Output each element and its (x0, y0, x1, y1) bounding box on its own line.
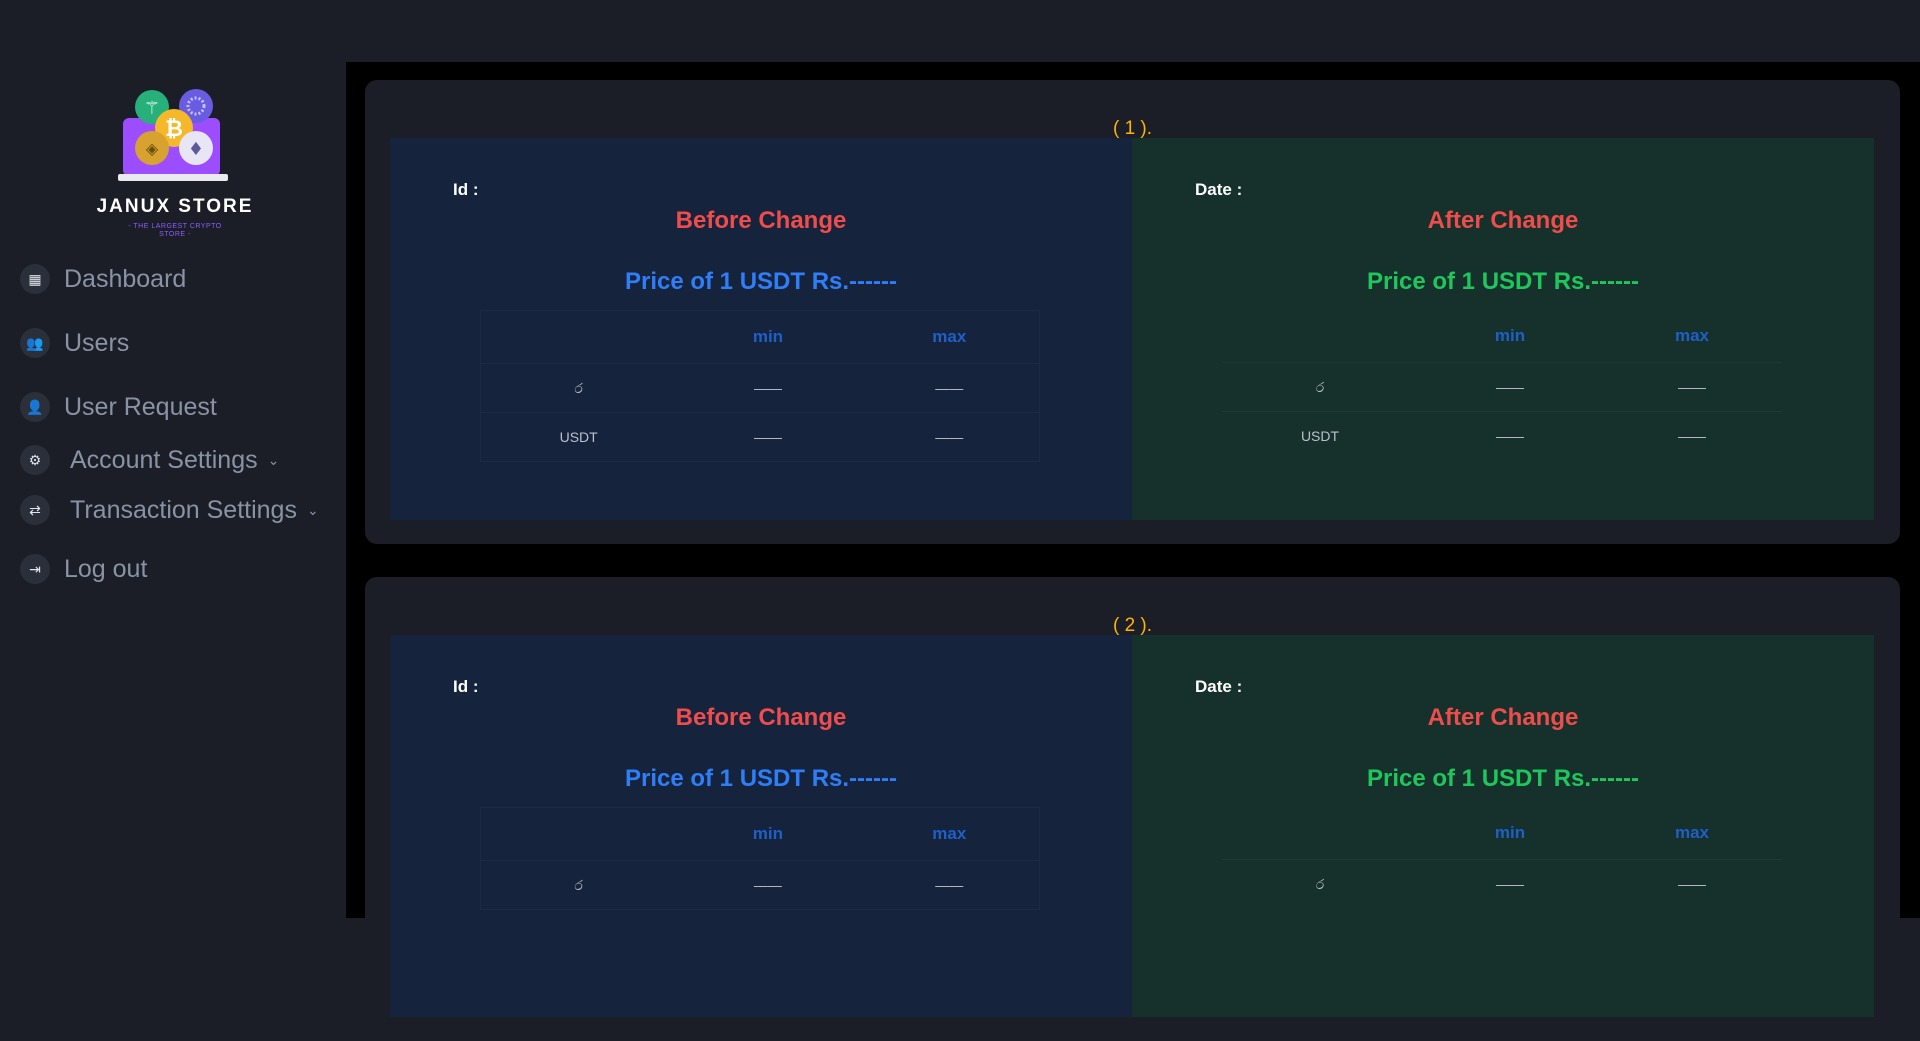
table-row: ර —— —— (480, 860, 1040, 910)
before-change-title: Before Change (675, 704, 847, 731)
column-header (481, 311, 677, 364)
column-header: min (1494, 823, 1526, 842)
table-row: ර —— —— (480, 363, 1040, 413)
rate-table: min max ර —— —— (1222, 807, 1782, 908)
before-change-pane: Id : Before Change Price of 1 USDT Rs.--… (390, 635, 1132, 1017)
column-header: min (752, 824, 784, 843)
column-header: max (1674, 823, 1710, 842)
nav-users[interactable]: 👥 Users (20, 328, 129, 358)
currency-cell: ර (1222, 859, 1418, 908)
max-cell: —— (1602, 411, 1782, 460)
rate-change-card: ( 1 ). Id : Before Change Price of 1 USD… (365, 80, 1900, 544)
column-header: max (932, 824, 967, 843)
after-change-title: After Change (1427, 704, 1579, 731)
table-row: ර —— —— (1222, 362, 1782, 412)
price-text: Price of 1 USDT Rs.------ (624, 268, 897, 295)
max-cell: —— (859, 860, 1040, 910)
date-label: Date : (1195, 677, 1243, 696)
user-add-icon: 👤 (20, 392, 50, 422)
svg-text:₿: ₿ (165, 117, 183, 142)
column-header: max (1674, 326, 1710, 345)
min-cell: —— (676, 860, 860, 910)
table-header-row: min max (1222, 807, 1782, 860)
currency-cell: USDT (480, 412, 677, 462)
nav-label: Log out (64, 554, 148, 583)
logout-icon: ⇥ (20, 554, 50, 584)
dashboard-icon: ▦ (20, 264, 50, 294)
rate-table: min max ර —— —— (480, 807, 1040, 910)
currency-cell: ර (1222, 362, 1418, 412)
nav-logout[interactable]: ⇥ Log out (20, 554, 147, 584)
sidebar (0, 62, 346, 918)
max-cell: —— (859, 412, 1040, 462)
price-text: Price of 1 USDT Rs.------ (1366, 268, 1639, 295)
nav-label: Dashboard (64, 264, 187, 293)
card-index: ( 2 ). (1112, 615, 1153, 636)
chevron-down-icon: ⌄ (267, 451, 280, 468)
id-label: Id : (453, 677, 479, 696)
currency-cell: USDT (1222, 411, 1418, 460)
gear-icon: ⚙ (20, 445, 50, 475)
nav-user-request[interactable]: 👤 User Request (20, 392, 217, 422)
column-header: min (752, 327, 784, 346)
min-cell: —— (676, 363, 860, 413)
swap-icon: ⇄ (20, 495, 50, 525)
column-header: max (932, 327, 967, 346)
min-cell: —— (1418, 411, 1602, 460)
chevron-down-icon: ⌄ (306, 501, 319, 518)
table-row: USDT —— —— (1222, 411, 1782, 460)
id-label: Id : (453, 180, 479, 199)
table-header-row: min max (481, 311, 1040, 364)
column-header (1222, 310, 1418, 363)
table-header-row: min max (481, 808, 1040, 861)
min-cell: —— (1418, 859, 1602, 908)
rate-table: min max ර —— —— USDT —— —— (1222, 310, 1782, 460)
users-icon: 👥 (20, 328, 50, 358)
rate-table: min max ර —— —— USDT —— —— (480, 310, 1040, 462)
brand-name: JANUX STORE (96, 196, 254, 217)
nav-label: Account Settings (70, 445, 258, 474)
date-label: Date : (1195, 180, 1243, 199)
svg-text:◈: ◈ (146, 139, 159, 158)
currency-cell: ර (480, 363, 677, 413)
column-header (481, 808, 677, 861)
nav-account-settings[interactable]: ⚙ Account Settings ⌄ (20, 445, 279, 475)
top-bar (0, 0, 1920, 62)
column-header: min (1494, 326, 1526, 345)
after-change-title: After Change (1427, 207, 1579, 234)
min-cell: —— (1418, 362, 1602, 412)
table-row: USDT —— —— (480, 412, 1040, 462)
nav-transaction-settings[interactable]: ⇄ Transaction Settings ⌄ (20, 495, 319, 525)
rate-change-card: ( 2 ). Id : Before Change Price of 1 USD… (365, 577, 1900, 1041)
max-cell: —— (859, 363, 1040, 413)
nav-label: Users (64, 328, 130, 357)
brand-tagline: - THE LARGEST CRYPTO STORE - (128, 223, 222, 238)
max-cell: —— (1602, 859, 1782, 908)
after-change-pane: Date : After Change Price of 1 USDT Rs.-… (1132, 635, 1874, 1017)
table-header-row: min max (1222, 310, 1782, 363)
before-change-pane: Id : Before Change Price of 1 USDT Rs.--… (390, 138, 1132, 520)
price-text: Price of 1 USDT Rs.------ (624, 765, 897, 792)
table-row: ර —— —— (1222, 859, 1782, 908)
max-cell: —— (1602, 362, 1782, 412)
janux-logo: ⚚ ₿ ◈ ♦ (118, 89, 228, 181)
before-change-title: Before Change (675, 207, 847, 234)
price-text: Price of 1 USDT Rs.------ (1366, 765, 1639, 792)
svg-text:⚚: ⚚ (144, 98, 160, 119)
card-index: ( 1 ). (1112, 118, 1153, 139)
currency-cell: ර (480, 860, 677, 910)
svg-text:♦: ♦ (188, 139, 204, 160)
min-cell: —— (676, 412, 860, 462)
nav-label: User Request (64, 392, 217, 421)
column-header (1222, 807, 1418, 860)
after-change-pane: Date : After Change Price of 1 USDT Rs.-… (1132, 138, 1874, 520)
nav-dashboard[interactable]: ▦ Dashboard (20, 264, 186, 294)
nav-label: Transaction Settings (70, 495, 297, 524)
